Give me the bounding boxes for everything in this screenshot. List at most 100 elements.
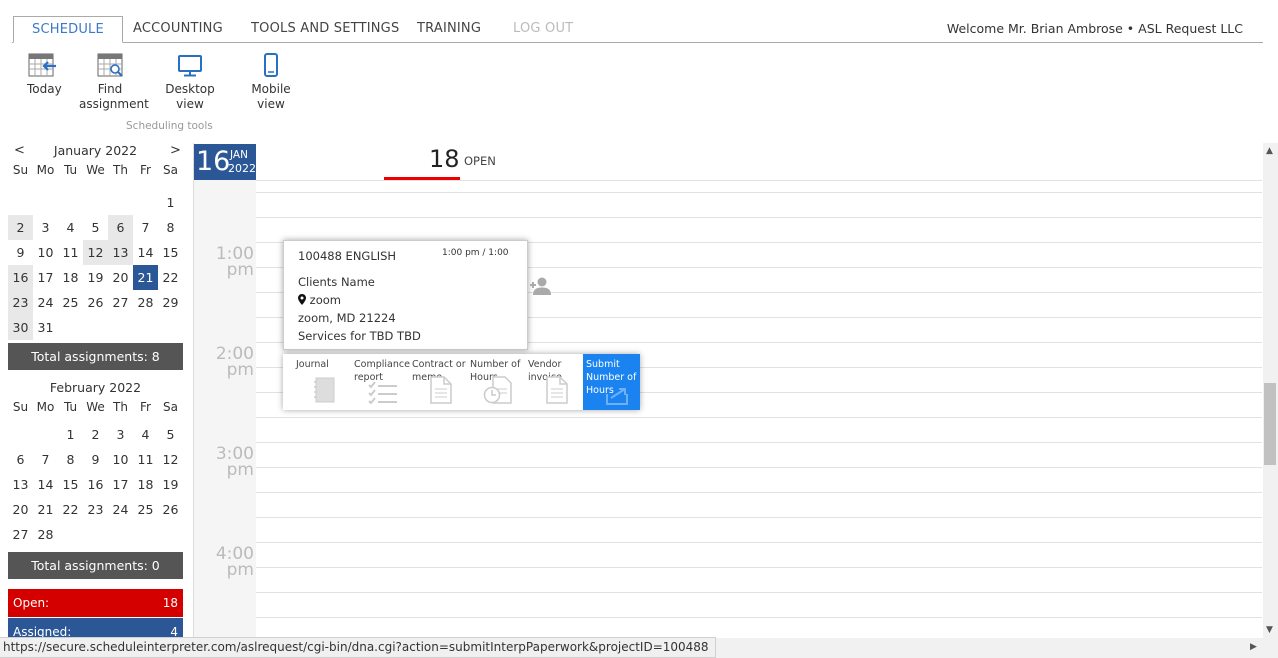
next-month-button[interactable]: > (170, 143, 181, 158)
day-cell[interactable]: 27 (108, 290, 133, 315)
day-cell[interactable]: 25 (58, 290, 83, 315)
day-cell[interactable]: 1 (158, 190, 183, 215)
today-button[interactable]: Today (27, 52, 62, 97)
mobile-view-button[interactable]: Mobile view (239, 52, 303, 112)
number-of-hours-button[interactable]: Number of Hours (457, 354, 520, 410)
assignment-address: zoom, MD 21224 (298, 311, 396, 325)
day-cell[interactable]: 9 (83, 447, 108, 472)
day-cell[interactable]: 14 (133, 240, 158, 265)
add-user-icon[interactable] (529, 276, 552, 296)
scroll-thumb[interactable] (1264, 383, 1276, 465)
find-label-2: assignment (79, 97, 149, 111)
status-open-count: 18 (162, 596, 178, 610)
contract-memo-button[interactable]: Contract or memo (399, 354, 466, 410)
day-cell[interactable]: 2 (8, 215, 33, 240)
day-cell[interactable]: 20 (8, 497, 33, 522)
day-cell[interactable]: 23 (8, 290, 33, 315)
day-cell[interactable]: 17 (108, 472, 133, 497)
day-cell[interactable]: 30 (8, 315, 33, 340)
assignment-time: 1:00 pm / 1:00 (442, 248, 509, 258)
desktop-view-button[interactable]: Desktop view (154, 52, 226, 112)
day-cell[interactable]: 31 (33, 315, 58, 340)
calendar-title: February 2022 (49, 380, 142, 395)
day-cell[interactable]: 5 (83, 215, 108, 240)
day-cell[interactable]: 10 (33, 240, 58, 265)
day-cell[interactable]: 20 (108, 265, 133, 290)
day-cell[interactable]: 2 (83, 422, 108, 447)
status-open-row[interactable]: Open: 18 (8, 589, 183, 617)
dow-label: Th (113, 163, 128, 177)
dow-label: Mo (36, 163, 55, 177)
calendar-february: February 2022 Su Mo Tu We Th Fr Sa 12345 67891… (8, 380, 183, 579)
day-cell[interactable]: 10 (108, 447, 133, 472)
send-icon (606, 388, 628, 405)
day-cell[interactable]: 29 (158, 290, 183, 315)
day-cell[interactable]: 19 (83, 265, 108, 290)
day-cell[interactable]: 27 (8, 522, 33, 547)
scroll-right-icon[interactable]: ▶ (1250, 642, 1257, 652)
day-cell[interactable]: 13 (108, 240, 133, 265)
vendor-invoice-button[interactable]: Vendor invoice (515, 354, 573, 410)
day-cell[interactable]: 14 (33, 472, 58, 497)
date-year: 2022 (228, 162, 256, 175)
day-cell[interactable]: 16 (8, 265, 33, 290)
find-assignment-button[interactable]: Find assignment (79, 52, 149, 112)
day-cell[interactable]: 16 (83, 472, 108, 497)
day-cell[interactable]: 26 (83, 290, 108, 315)
day-cell[interactable]: 18 (133, 472, 158, 497)
scroll-down-icon[interactable]: ▼ (1266, 625, 1273, 635)
scroll-up-icon[interactable]: ▲ (1266, 146, 1273, 156)
submit-number-of-hours-button[interactable]: Submit Number of Hours (583, 354, 640, 410)
day-cell[interactable]: 6 (8, 447, 33, 472)
tab-accounting[interactable]: ACCOUNTING (133, 17, 223, 43)
assignment-card[interactable]: 100488 ENGLISH 1:00 pm / 1:00 Clients Na… (283, 240, 528, 350)
day-cell[interactable]: 15 (58, 472, 83, 497)
day-cell[interactable]: 22 (158, 265, 183, 290)
day-cell[interactable]: 4 (133, 422, 158, 447)
day-cell[interactable]: 15 (158, 240, 183, 265)
current-date-box: 16 JAN 2022 (194, 144, 256, 180)
day-cell[interactable]: 3 (33, 215, 58, 240)
tab-tools-and-settings[interactable]: TOOLS AND SETTINGS (251, 17, 399, 43)
day-cell[interactable]: 8 (58, 447, 83, 472)
day-cell[interactable]: 12 (158, 447, 183, 472)
tab-training[interactable]: TRAINING (417, 17, 481, 43)
journal-button[interactable]: Journal (283, 354, 341, 410)
day-cell[interactable]: 28 (33, 522, 58, 547)
weekday-header: Su Mo Tu We Th Fr Sa (8, 398, 183, 416)
tab-log-out[interactable]: LOG OUT (513, 17, 573, 43)
day-cell[interactable]: 7 (33, 447, 58, 472)
open-count-header[interactable]: 18 OPEN (384, 145, 496, 181)
compliance-report-button[interactable]: Compliance report (341, 354, 410, 410)
day-cell[interactable]: 21 (33, 497, 58, 522)
day-cell[interactable]: 11 (58, 240, 83, 265)
day-cell[interactable]: 9 (8, 240, 33, 265)
day-cell[interactable]: 17 (33, 265, 58, 290)
day-cell[interactable]: 4 (58, 215, 83, 240)
day-cell-selected[interactable]: 21 (133, 265, 158, 290)
day-cell[interactable]: 1 (58, 422, 83, 447)
assignment-services: Services for TBD TBD (298, 329, 421, 343)
day-cell[interactable]: 12 (83, 240, 108, 265)
day-cell[interactable]: 11 (133, 447, 158, 472)
day-cell[interactable]: 7 (133, 215, 158, 240)
day-cell[interactable]: 24 (108, 497, 133, 522)
day-cell[interactable]: 28 (133, 290, 158, 315)
day-cell[interactable]: 5 (158, 422, 183, 447)
day-cell[interactable]: 25 (133, 497, 158, 522)
vertical-scrollbar[interactable]: ▲ ▼ (1263, 143, 1278, 638)
day-cell[interactable]: 26 (158, 497, 183, 522)
day-cell[interactable]: 6 (108, 215, 133, 240)
day-cell[interactable]: 24 (33, 290, 58, 315)
tab-schedule[interactable]: SCHEDULE (13, 16, 123, 43)
location-text: zoom (309, 293, 341, 307)
open-count-label: OPEN (464, 154, 496, 168)
day-cell[interactable]: 8 (158, 215, 183, 240)
day-cell[interactable]: 22 (58, 497, 83, 522)
day-cell[interactable]: 19 (158, 472, 183, 497)
find-label-1: Find (97, 82, 123, 96)
day-cell[interactable]: 18 (58, 265, 83, 290)
day-cell[interactable]: 13 (8, 472, 33, 497)
day-cell[interactable]: 3 (108, 422, 133, 447)
day-cell[interactable]: 23 (83, 497, 108, 522)
